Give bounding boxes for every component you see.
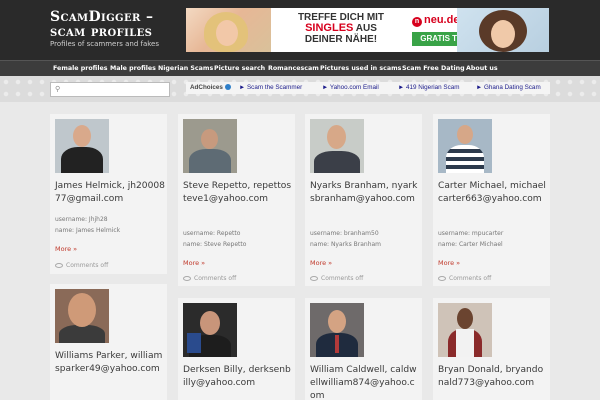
ad-link-scam-the-scammer[interactable]: ► Scam the Scammer (239, 82, 302, 94)
comments-text: Comments off (194, 275, 237, 282)
profile-realname: name: Nyarks Branham (310, 241, 382, 248)
adchoices-label[interactable]: AdChoices (190, 82, 231, 94)
nav-romancescam[interactable]: Romancescam (268, 61, 319, 77)
profile-name[interactable]: Derksen Billy, derksenbilly@yahoo.com (183, 364, 293, 390)
nav-about-us[interactable]: About us (466, 61, 498, 77)
profile-name[interactable]: Williams Parker, williamsparker49@yahoo.… (55, 350, 165, 376)
ad-headline-line3: DEINER NÄHE! (304, 34, 378, 45)
profile-name[interactable]: Steve Repetto, repettosteve1@yahoo.com (183, 180, 293, 206)
profile-photo[interactable] (55, 119, 109, 173)
nav-nigerian-scams[interactable]: Nigerian Scams (158, 61, 213, 77)
nav-male-profiles[interactable]: Male profiles (110, 61, 156, 77)
profile-card: James Helmick, jh2000877@gmail.com usern… (50, 114, 167, 274)
ad-brand-name: neu.de (424, 14, 460, 26)
ad-photo-right (457, 8, 549, 52)
eye-icon (183, 276, 191, 281)
profile-photo[interactable] (438, 119, 492, 173)
profile-photo[interactable] (438, 303, 492, 357)
profile-photo[interactable] (183, 119, 237, 173)
site-title-line1: ScamDigger – (50, 9, 154, 25)
main-nav: Female profiles Male profiles Nigerian S… (0, 60, 600, 76)
site-subtitle: Profiles of scammers and fakes (50, 40, 159, 48)
ad-banner[interactable]: TREFFE DICH MIT SINGLES AUS DEINER NÄHE!… (186, 8, 549, 52)
ad-brand-logo: n neu.de (412, 14, 459, 27)
comments-text: Comments off (449, 275, 492, 282)
ad-link-yahoo-email[interactable]: ► Yahoo.com Email (322, 82, 379, 94)
profile-card: William Caldwell, caldwellwilliam874@yah… (305, 298, 422, 400)
profile-realname: name: Carter Michael (438, 241, 503, 248)
profile-name[interactable]: Bryan Donald, bryandonald773@yahoo.com (438, 364, 548, 390)
profile-realname: name: James Helmick (55, 227, 121, 234)
profile-name[interactable]: James Helmick, jh2000877@gmail.com (55, 180, 165, 206)
eye-icon (310, 276, 318, 281)
search-icon: ⚲ (55, 85, 61, 93)
ad-headline-singles: SINGLES (305, 22, 354, 34)
nav-scam-free-dating[interactable]: Scam Free Dating (402, 61, 465, 77)
profile-name[interactable]: William Caldwell, caldwellwilliam874@yah… (310, 364, 420, 400)
profile-photo[interactable] (310, 119, 364, 173)
profile-name[interactable]: Nyarks Branham, nyarksbranham@yahoo.com (310, 180, 420, 206)
profile-card: Derksen Billy, derksenbilly@yahoo.com (178, 298, 295, 400)
ad-photo-left (186, 8, 271, 52)
ad-link-419-scam[interactable]: ► 419 Nigerian Scam (398, 82, 460, 94)
profile-username: username: Repetto (183, 230, 241, 237)
profile-card: Williams Parker, williamsparker49@yahoo.… (50, 284, 167, 400)
profile-photo[interactable] (183, 303, 237, 357)
profile-card: Steve Repetto, repettosteve1@yahoo.com u… (178, 114, 295, 286)
profile-username: username: branham50 (310, 230, 379, 237)
profile-card: Carter Michael, michaelcarter663@yahoo.c… (433, 114, 550, 286)
more-link[interactable]: More » (183, 259, 205, 267)
comments-status: Comments off (310, 275, 363, 282)
adchoices-icon (224, 84, 231, 91)
profile-name[interactable]: Carter Michael, michaelcarter663@yahoo.c… (438, 180, 548, 206)
eye-icon (55, 263, 63, 268)
ad-link-ghana-scam[interactable]: ► Ghana Dating Scam (476, 82, 541, 94)
eye-icon (438, 276, 446, 281)
adchoices-text: AdChoices (190, 84, 223, 91)
nav-pictures-used[interactable]: Pictures used in scams (320, 61, 401, 77)
ad-headline: TREFFE DICH MIT SINGLES AUS DEINER NÄHE! (286, 12, 396, 45)
comments-text: Comments off (321, 275, 364, 282)
profile-username: username: Jhjh28 (55, 216, 108, 223)
more-link[interactable]: More » (55, 245, 77, 253)
more-link[interactable]: More » (310, 259, 332, 267)
ad-links-bar: AdChoices ► Scam the Scammer ► Yahoo.com… (186, 82, 550, 94)
search-input[interactable] (63, 83, 167, 96)
comments-text: Comments off (66, 262, 109, 269)
profile-card: Bryan Donald, bryandonald773@yahoo.com (433, 298, 550, 400)
nav-picture-search[interactable]: Picture search (214, 61, 265, 77)
site-logo[interactable]: ScamDigger – scam profiles (50, 10, 153, 40)
comments-status: Comments off (55, 262, 108, 269)
profile-username: username: mpucarter (438, 230, 504, 237)
site-title-line2: scam profiles (50, 24, 153, 40)
search-box[interactable]: ⚲ (50, 82, 170, 97)
profile-photo[interactable] (310, 303, 364, 357)
nav-female-profiles[interactable]: Female profiles (53, 61, 108, 77)
profile-realname: name: Steve Repetto (183, 241, 247, 248)
profile-card: Nyarks Branham, nyarksbranham@yahoo.com … (305, 114, 422, 286)
ad-headline-aus: AUS (355, 23, 377, 34)
more-link[interactable]: More » (438, 259, 460, 267)
profile-photo[interactable] (55, 289, 109, 343)
comments-status: Comments off (438, 275, 491, 282)
ad-brand-icon: n (412, 17, 422, 27)
comments-status: Comments off (183, 275, 236, 282)
site-header: ScamDigger – scam profiles Profiles of s… (0, 0, 600, 60)
